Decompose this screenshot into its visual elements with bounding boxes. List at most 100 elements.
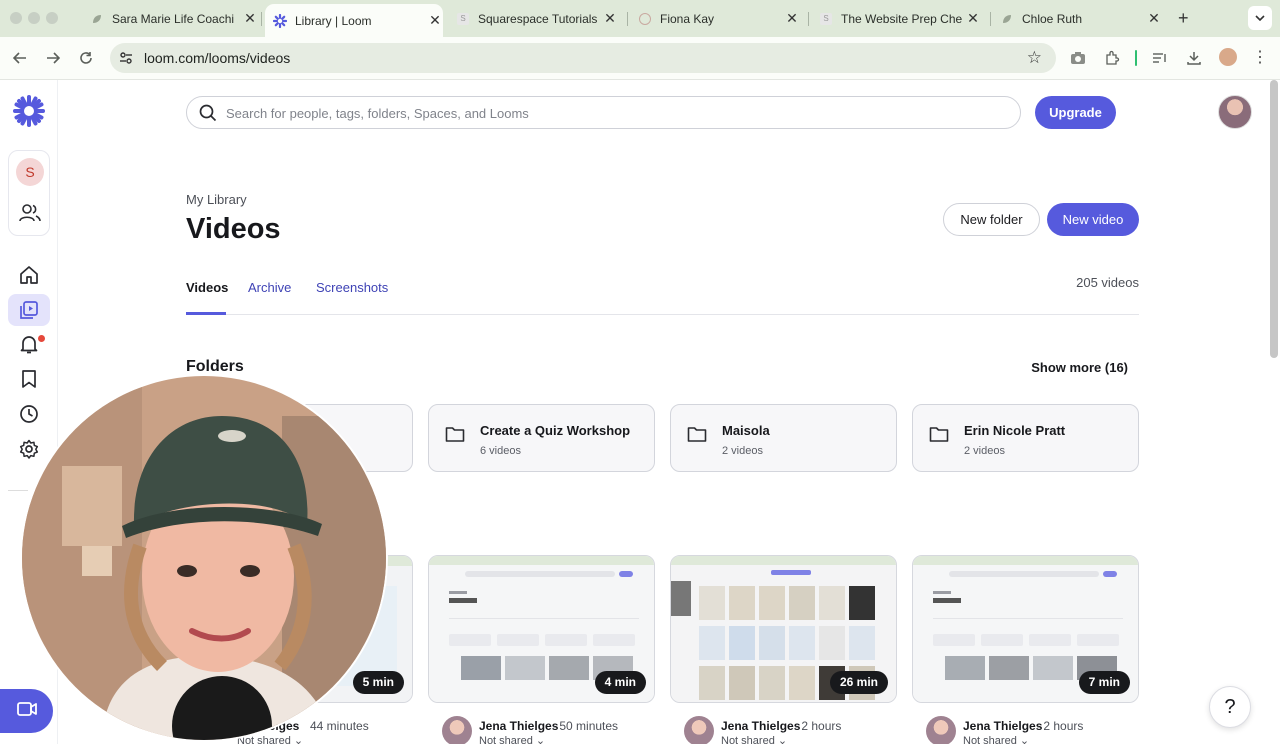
tab-videos[interactable]: Videos (186, 280, 228, 295)
breadcrumb[interactable]: My Library (186, 192, 247, 207)
browser-tab[interactable]: S Squarespace Tutorials ✕ (456, 4, 618, 33)
webcam-bubble[interactable] (20, 374, 388, 742)
browser-tab[interactable]: Chloe Ruth ✕ (1000, 4, 1162, 33)
video-author[interactable]: Jena Thielges (479, 719, 558, 733)
folder-icon (445, 425, 465, 448)
scrollbar[interactable] (1270, 80, 1278, 358)
video-card[interactable]: 4 min (428, 555, 655, 703)
close-tab-icon[interactable]: ✕ (784, 10, 800, 27)
duration-badge: 5 min (352, 671, 404, 694)
bookmark-icon[interactable] (18, 368, 40, 390)
user-avatar[interactable] (1218, 95, 1252, 129)
url-text: loom.com/looms/videos (144, 50, 291, 66)
author-avatar (926, 716, 956, 744)
sharing-status[interactable]: Not shared ⌄ (721, 734, 787, 744)
show-more-folders-button[interactable]: Show more (16) (1010, 360, 1128, 375)
bell-icon[interactable] (18, 333, 40, 355)
search-input[interactable] (226, 103, 986, 123)
library-icon[interactable] (18, 299, 40, 321)
browser-menu-icon[interactable]: ⋮ (1252, 47, 1268, 67)
loom-app: S Search for people, tags, folders, Spac… (0, 80, 1280, 744)
video-camera-icon (16, 701, 37, 722)
folder-card[interactable]: Erin Nicole Pratt 2 videos (912, 404, 1139, 472)
loom-icon (273, 13, 287, 28)
leaf-icon (1000, 12, 1014, 26)
duration-badge: 26 min (829, 671, 888, 694)
workspace-switcher: S (8, 150, 50, 236)
bookmark-star-icon[interactable]: ☆ (1027, 48, 1042, 68)
help-button[interactable]: ? (1209, 686, 1251, 728)
gear-icon[interactable] (18, 438, 40, 460)
browser-tab-bar: Sara Marie Life Coachi ✕ Library | Loom … (0, 0, 1280, 37)
people-icon[interactable] (19, 203, 41, 228)
active-tab-underline (186, 312, 226, 315)
search-icon (199, 104, 217, 127)
folder-count: 6 videos (480, 445, 521, 457)
video-card[interactable]: 26 min (670, 555, 897, 703)
video-time: · 2 hours (1036, 719, 1084, 733)
browser-tab[interactable]: S The Website Prep Che ✕ (819, 4, 981, 33)
folder-name: Create a Quiz Workshop (480, 423, 631, 438)
sharing-status[interactable]: Not shared ⌄ (479, 734, 545, 744)
author-avatar (442, 716, 472, 744)
squarespace-icon: S (456, 12, 470, 26)
reading-list-icon[interactable] (1150, 48, 1170, 68)
folder-name: Erin Nicole Pratt (964, 423, 1066, 438)
video-time: · 50 minutes (552, 719, 619, 733)
forward-icon[interactable] (42, 47, 64, 69)
duration-badge: 4 min (594, 671, 646, 694)
folder-count: 2 videos (722, 445, 763, 457)
close-tab-icon[interactable]: ✕ (965, 10, 981, 27)
circle-icon (638, 12, 652, 26)
squarespace-icon: S (819, 12, 833, 26)
loom-logo-icon[interactable] (13, 95, 45, 132)
tab-archive[interactable]: Archive (248, 280, 291, 295)
video-card[interactable]: 7 min (912, 555, 1139, 703)
address-bar[interactable]: loom.com/looms/videos ☆ (110, 43, 1056, 73)
back-icon[interactable] (9, 47, 31, 69)
duration-badge: 7 min (1078, 671, 1130, 694)
new-tab-button[interactable]: + (1178, 8, 1189, 29)
sharing-status[interactable]: Not shared ⌄ (963, 734, 1029, 744)
download-icon[interactable] (1184, 48, 1204, 68)
clock-icon[interactable] (18, 403, 40, 425)
folder-name: Maisola (722, 423, 770, 438)
tab-screenshots[interactable]: Screenshots (316, 280, 388, 295)
page-title: Videos (186, 213, 281, 245)
leaf-icon (90, 12, 104, 26)
folder-card[interactable]: Maisola 2 videos (670, 404, 897, 472)
video-time: · 2 hours (794, 719, 842, 733)
browser-toolbar: loom.com/looms/videos ☆ ⋮ (0, 37, 1280, 80)
video-author[interactable]: Jena Thielges (721, 719, 800, 733)
tabs-divider (186, 314, 1139, 315)
search-bar[interactable] (186, 96, 1021, 129)
window-close-button[interactable] (10, 12, 22, 24)
browser-tab[interactable]: Sara Marie Life Coachi ✕ (90, 4, 258, 33)
home-icon[interactable] (18, 264, 40, 286)
webcam-video (22, 376, 386, 740)
close-tab-icon[interactable]: ✕ (602, 10, 618, 27)
browser-tab[interactable]: Fiona Kay ✕ (638, 4, 800, 33)
upgrade-button[interactable]: Upgrade (1035, 96, 1116, 129)
extensions-icon[interactable] (1102, 48, 1122, 68)
close-tab-icon[interactable]: ✕ (1146, 10, 1162, 27)
workspace-avatar[interactable]: S (16, 158, 44, 186)
close-tab-icon[interactable]: ✕ (242, 10, 258, 27)
browser-tab-active[interactable]: Library | Loom ✕ (265, 4, 443, 37)
record-button[interactable] (0, 689, 53, 733)
close-tab-icon[interactable]: ✕ (427, 12, 443, 29)
tab-search-button[interactable] (1248, 6, 1272, 30)
site-settings-icon[interactable] (118, 50, 134, 71)
window-zoom-button[interactable] (46, 12, 58, 24)
video-author[interactable]: Jena Thielges (963, 719, 1042, 733)
video-time: 44 minutes (310, 719, 369, 733)
window-minimize-button[interactable] (28, 12, 40, 24)
new-folder-button[interactable]: New folder (943, 203, 1040, 236)
browser-profile-avatar[interactable] (1219, 48, 1237, 66)
folder-card[interactable]: Create a Quiz Workshop 6 videos (428, 404, 655, 472)
camera-icon[interactable] (1068, 48, 1088, 68)
reload-icon[interactable] (75, 47, 97, 69)
video-count: 205 videos (1076, 275, 1139, 290)
new-video-button[interactable]: New video (1047, 203, 1139, 236)
sidebar-divider (8, 490, 28, 491)
